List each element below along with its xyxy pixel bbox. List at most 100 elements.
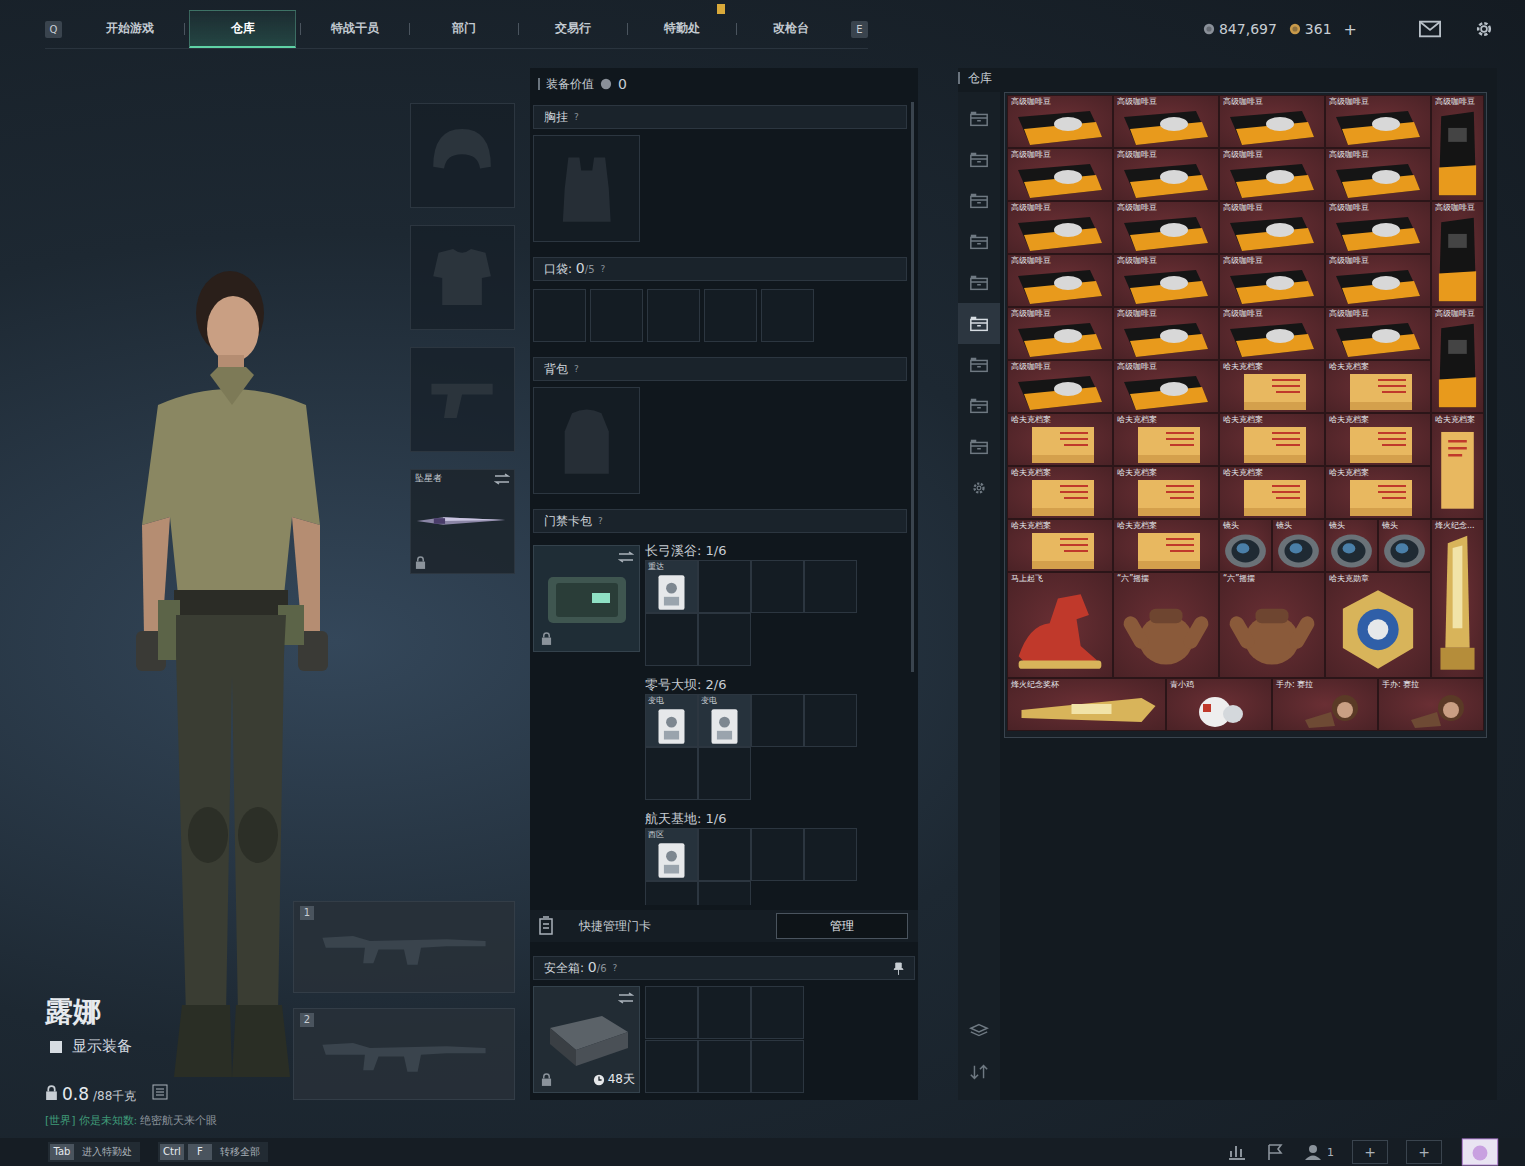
keycard-slot[interactable]: 重达 bbox=[645, 560, 698, 613]
warehouse-item[interactable]: 高级咖啡豆 bbox=[1007, 201, 1113, 254]
nav-tab[interactable]: 仓库 bbox=[189, 10, 296, 48]
warehouse-item[interactable]: 哈夫克档案 bbox=[1325, 360, 1431, 413]
invite-button[interactable]: + bbox=[1406, 1140, 1442, 1164]
warehouse-item[interactable]: 高级咖啡豆 bbox=[1219, 307, 1325, 360]
loadout-scroll[interactable]: 胸挂?口袋: 0/5?背包?门禁卡包?长弓溪谷: 1/6重达零号大坝: 2/6变… bbox=[530, 100, 918, 905]
warehouse-item[interactable]: 高级咖啡豆 bbox=[1007, 360, 1113, 413]
warehouse-item[interactable]: 高级咖啡豆 bbox=[1007, 254, 1113, 307]
warehouse-item[interactable]: 哈夫克档案 bbox=[1431, 413, 1484, 519]
safe-slot[interactable] bbox=[645, 1040, 698, 1093]
warehouse-item[interactable]: 哈夫克档案 bbox=[1007, 519, 1113, 572]
keycard-slot[interactable]: 西区 bbox=[645, 828, 698, 881]
keycard-slot[interactable] bbox=[804, 560, 857, 613]
stack-button[interactable] bbox=[958, 1010, 1000, 1051]
warehouse-item[interactable]: 镜头 bbox=[1378, 519, 1431, 572]
warehouse-item[interactable]: 高级咖啡豆 bbox=[1431, 95, 1484, 201]
keycard-slot[interactable] bbox=[751, 694, 804, 747]
gear-slot[interactable] bbox=[410, 347, 515, 452]
warehouse-tab[interactable] bbox=[958, 426, 1000, 467]
warehouse-item[interactable]: 镜头 bbox=[1272, 519, 1325, 572]
warehouse-item[interactable]: 高级咖啡豆 bbox=[1325, 95, 1431, 148]
warehouse-item[interactable]: 哈夫克档案 bbox=[1113, 413, 1219, 466]
manage-button[interactable]: 管理 bbox=[776, 913, 908, 939]
keycard-slot[interactable] bbox=[645, 881, 698, 905]
keycard-slot[interactable] bbox=[751, 828, 804, 881]
warehouse-item[interactable]: 哈夫克档案 bbox=[1007, 466, 1113, 519]
invite-button[interactable]: + bbox=[1352, 1140, 1388, 1164]
keycard[interactable]: 西区 bbox=[646, 829, 697, 880]
warehouse-item[interactable]: “六”摇摆 bbox=[1219, 572, 1325, 678]
nav-tab[interactable]: 交易行 bbox=[523, 10, 623, 48]
help-icon[interactable]: ? bbox=[574, 112, 579, 122]
nav-tab[interactable]: 开始游戏 bbox=[80, 10, 180, 48]
shortcut-button[interactable]: CtrlF转移全部 bbox=[158, 1142, 268, 1162]
warehouse-item[interactable]: 手办: 赛拉 bbox=[1378, 678, 1484, 731]
friends-count[interactable]: 1 bbox=[1303, 1143, 1334, 1161]
gear-slot[interactable]: 坠星者 bbox=[410, 469, 515, 574]
warehouse-item[interactable]: 高级咖啡豆 bbox=[1431, 307, 1484, 413]
warehouse-item[interactable]: 哈夫克勋章 bbox=[1325, 572, 1431, 678]
warehouse-item[interactable]: 哈夫克档案 bbox=[1219, 360, 1325, 413]
warehouse-item[interactable]: 哈夫克档案 bbox=[1219, 466, 1325, 519]
nav-tab[interactable]: 特勤处 bbox=[632, 10, 732, 48]
nav-tab[interactable]: 改枪台 bbox=[741, 10, 841, 48]
chest-rig-slot[interactable] bbox=[533, 135, 640, 242]
keycard-slot[interactable] bbox=[645, 747, 698, 800]
warehouse-item[interactable]: 高级咖啡豆 bbox=[1219, 148, 1325, 201]
safe-slot[interactable] bbox=[698, 986, 751, 1039]
scrollbar[interactable] bbox=[911, 102, 914, 672]
nav-tab[interactable]: 部门 bbox=[414, 10, 514, 48]
warehouse-item[interactable]: 哈夫克档案 bbox=[1113, 466, 1219, 519]
keycard[interactable]: 重达 bbox=[646, 561, 697, 612]
pocket-slot[interactable] bbox=[647, 289, 700, 342]
weapon-slot[interactable]: 2 bbox=[293, 1008, 515, 1100]
help-icon[interactable]: ? bbox=[613, 963, 618, 973]
warehouse-item[interactable]: 高级咖啡豆 bbox=[1325, 201, 1431, 254]
help-icon[interactable]: ? bbox=[601, 264, 606, 274]
weapon-slot[interactable]: 1 bbox=[293, 901, 515, 993]
keycard-slot[interactable] bbox=[698, 828, 751, 881]
backpack-slot[interactable] bbox=[533, 387, 640, 494]
warehouse-item[interactable]: 高级咖啡豆 bbox=[1113, 95, 1219, 148]
warehouse-item[interactable]: “六”摇摆 bbox=[1113, 572, 1219, 678]
pocket-slot[interactable] bbox=[704, 289, 757, 342]
keycard-slot[interactable] bbox=[751, 560, 804, 613]
swap-icon[interactable] bbox=[494, 473, 510, 485]
warehouse-tab[interactable] bbox=[958, 262, 1000, 303]
warehouse-tab[interactable] bbox=[958, 303, 1000, 344]
warehouse-item[interactable]: 高级咖啡豆 bbox=[1431, 201, 1484, 307]
keycard-slot[interactable] bbox=[645, 613, 698, 666]
keycard-slot[interactable]: 变电 bbox=[645, 694, 698, 747]
safe-slot[interactable] bbox=[751, 986, 804, 1039]
list-icon[interactable] bbox=[152, 1084, 168, 1100]
warehouse-item[interactable]: 高级咖啡豆 bbox=[1007, 148, 1113, 201]
warehouse-tab[interactable] bbox=[958, 139, 1000, 180]
show-gear-toggle[interactable]: 显示装备 bbox=[50, 1037, 217, 1056]
keycard-holder[interactable] bbox=[533, 545, 640, 652]
keycard[interactable]: 变电 bbox=[646, 695, 697, 746]
warehouse-item[interactable]: 高级咖啡豆 bbox=[1325, 254, 1431, 307]
avatar-icon[interactable] bbox=[1460, 1138, 1500, 1166]
warehouse-tab[interactable] bbox=[958, 344, 1000, 385]
warehouse-item[interactable]: 镜头 bbox=[1325, 519, 1378, 572]
warehouse-item[interactable]: 高级咖啡豆 bbox=[1007, 307, 1113, 360]
swap-icon[interactable] bbox=[618, 551, 634, 563]
nav-tab[interactable]: 特战干员 bbox=[305, 10, 405, 48]
warehouse-item[interactable]: 烽火纪念奖杯 bbox=[1007, 678, 1166, 731]
pin-icon[interactable] bbox=[893, 962, 904, 975]
warehouse-item[interactable]: 哈夫克档案 bbox=[1325, 466, 1431, 519]
pocket-slot[interactable] bbox=[590, 289, 643, 342]
warehouse-item[interactable]: 高级咖啡豆 bbox=[1219, 95, 1325, 148]
warehouse-item[interactable]: 哈夫克档案 bbox=[1219, 413, 1325, 466]
warehouse-item[interactable]: 哈夫克档案 bbox=[1113, 519, 1219, 572]
swap-icon[interactable] bbox=[618, 992, 634, 1004]
keycard-slot[interactable] bbox=[698, 747, 751, 800]
warehouse-item[interactable]: 高级咖啡豆 bbox=[1219, 201, 1325, 254]
add-currency-button[interactable]: + bbox=[1344, 20, 1357, 39]
keycard-slot[interactable] bbox=[698, 613, 751, 666]
flag-icon[interactable] bbox=[1265, 1143, 1285, 1161]
safe-slot[interactable] bbox=[698, 1040, 751, 1093]
checkbox[interactable] bbox=[50, 1041, 62, 1053]
warehouse-item[interactable]: 高级咖啡豆 bbox=[1007, 95, 1113, 148]
warehouse-item[interactable]: 镜头 bbox=[1219, 519, 1272, 572]
